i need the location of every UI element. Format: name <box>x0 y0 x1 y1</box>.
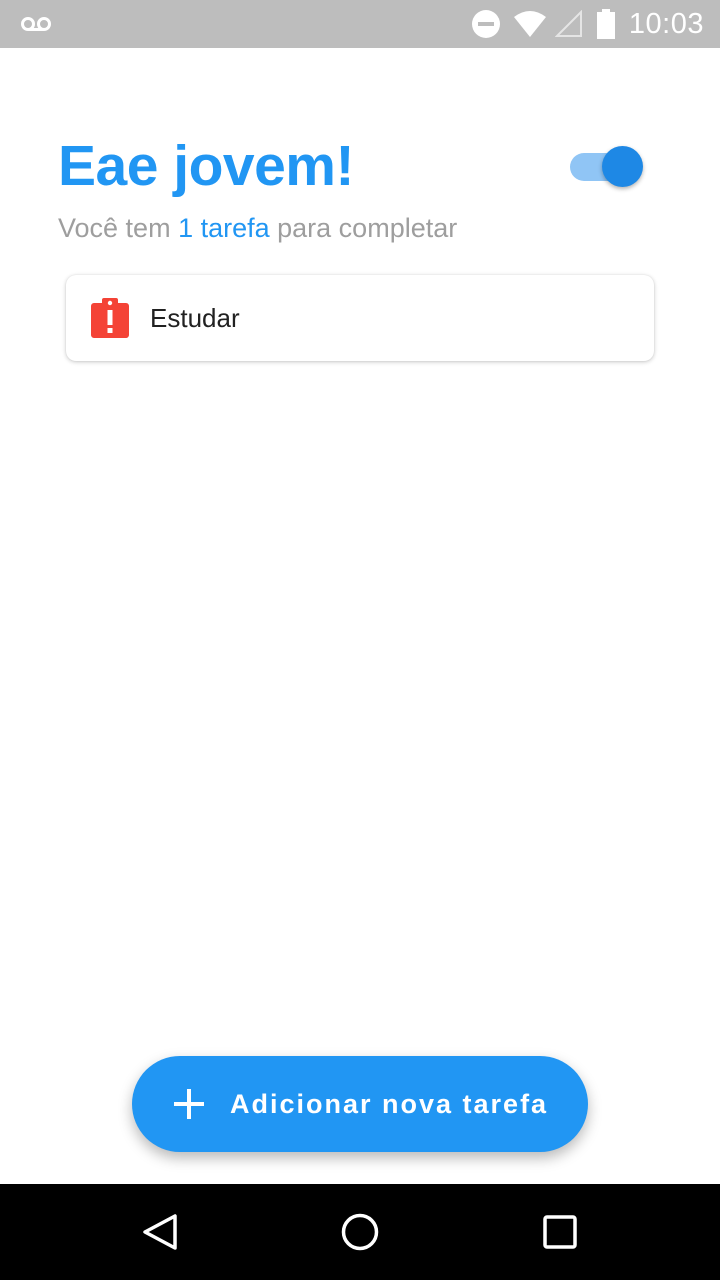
signal-icon <box>554 10 582 37</box>
task-summary: Você tem 1 tarefa para completar <box>58 213 457 244</box>
status-time: 10:03 <box>628 7 704 40</box>
do-not-disturb-icon <box>471 10 500 38</box>
summary-suffix: para completar <box>269 213 458 243</box>
toggle-thumb <box>602 146 643 187</box>
battery-icon <box>596 9 615 39</box>
theme-toggle[interactable] <box>570 146 644 188</box>
status-icons: 10:03 <box>471 0 704 48</box>
add-task-button[interactable]: Adicionar nova tarefa <box>132 1056 588 1152</box>
summary-prefix: Você tem <box>58 213 179 243</box>
task-count: 1 tarefa <box>178 213 270 243</box>
back-icon[interactable] <box>136 1208 184 1256</box>
task-item[interactable]: Estudar <box>66 275 654 361</box>
add-task-label: Adicionar nova tarefa <box>230 1088 549 1119</box>
home-icon[interactable] <box>336 1208 384 1256</box>
app-screen: 10:03 Eae jovem! Você tem 1 tarefa para … <box>0 0 720 1280</box>
recents-icon[interactable] <box>536 1208 584 1256</box>
wifi-icon <box>513 11 546 37</box>
task-label: Estudar <box>150 302 240 333</box>
navigation-bar <box>0 1184 720 1280</box>
voicemail-icon <box>21 17 51 31</box>
status-bar: 10:03 <box>0 0 720 48</box>
plus-icon <box>174 1089 204 1119</box>
clipboard-alert-icon <box>91 298 129 338</box>
page-title: Eae jovem! <box>58 134 354 198</box>
